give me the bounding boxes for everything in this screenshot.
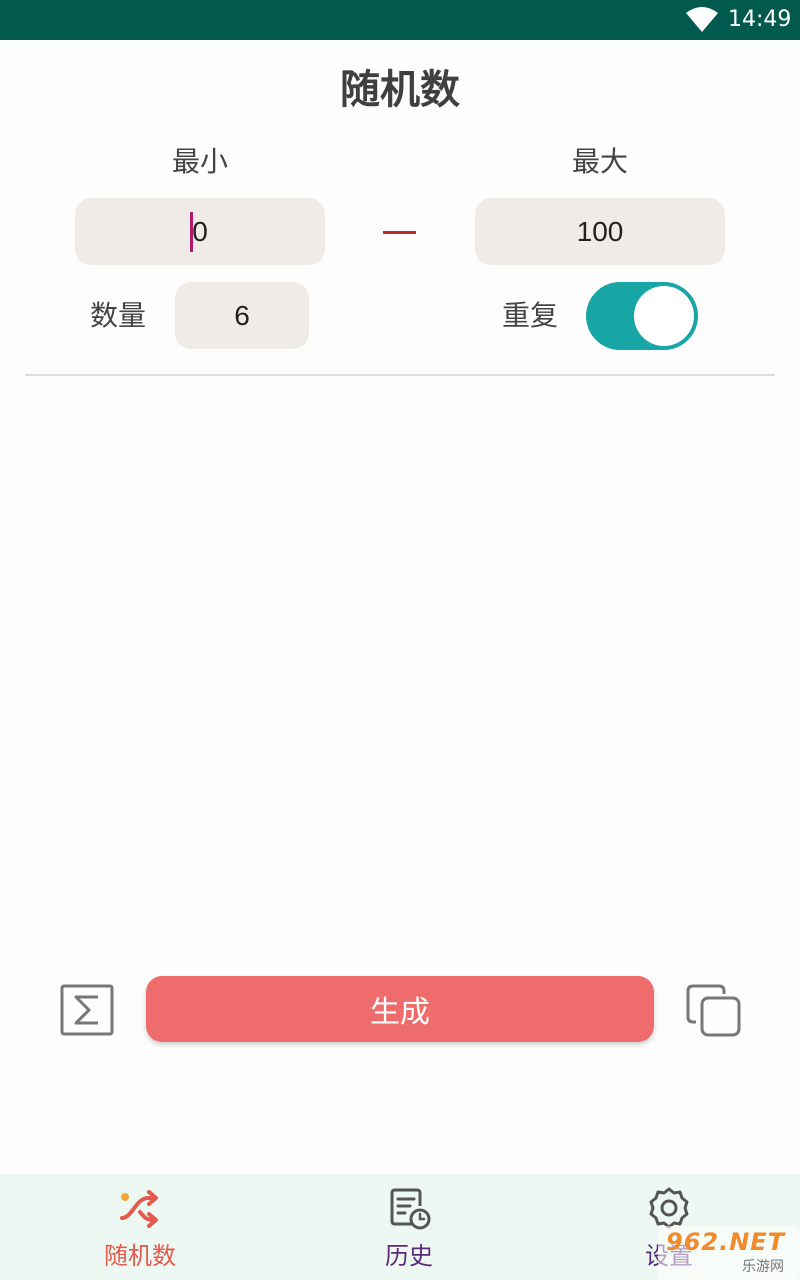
repeat-label: 重复 — [502, 299, 559, 332]
toggle-knob — [634, 286, 694, 346]
nav-label-history: 历史 — [385, 1242, 433, 1270]
max-label: 最大 — [571, 145, 628, 178]
wifi-icon — [686, 7, 718, 32]
watermark-text: 962.NET — [666, 1228, 786, 1256]
nav-item-random[interactable]: 随机数 — [60, 1174, 220, 1280]
page-title: 随机数 — [340, 67, 460, 113]
settings-icon — [649, 1187, 689, 1229]
status-time: 14:49 — [728, 7, 792, 32]
min-value-text: 0 — [192, 215, 208, 247]
max-value-input[interactable]: 100 — [475, 198, 725, 265]
generate-button-label: 生成 — [370, 995, 430, 1030]
generate-button[interactable]: 生成 — [146, 976, 654, 1042]
min-label: 最小 — [171, 145, 228, 178]
max-value-text: 100 — [576, 215, 624, 247]
count-input[interactable]: 6 — [175, 282, 309, 349]
min-value-input[interactable]: 0 — [75, 198, 325, 265]
count-label: 数量 — [90, 299, 147, 332]
history-icon — [390, 1188, 431, 1230]
status-bar: 14:49 — [0, 0, 800, 40]
repeat-toggle[interactable] — [586, 282, 698, 350]
copy-icon[interactable] — [684, 982, 742, 1038]
count-value-text: 6 — [234, 299, 250, 331]
shuffle-icon — [120, 1190, 158, 1228]
nav-item-history[interactable]: 历史 — [329, 1174, 489, 1280]
watermark-subtext: 乐游网 — [742, 1259, 784, 1275]
site-watermark: 962.NET 乐游网 — [658, 1226, 800, 1280]
range-dash — [383, 231, 416, 234]
nav-label-random: 随机数 — [104, 1242, 176, 1270]
divider — [25, 374, 775, 376]
text-cursor — [190, 212, 193, 252]
sigma-icon[interactable] — [60, 984, 114, 1036]
